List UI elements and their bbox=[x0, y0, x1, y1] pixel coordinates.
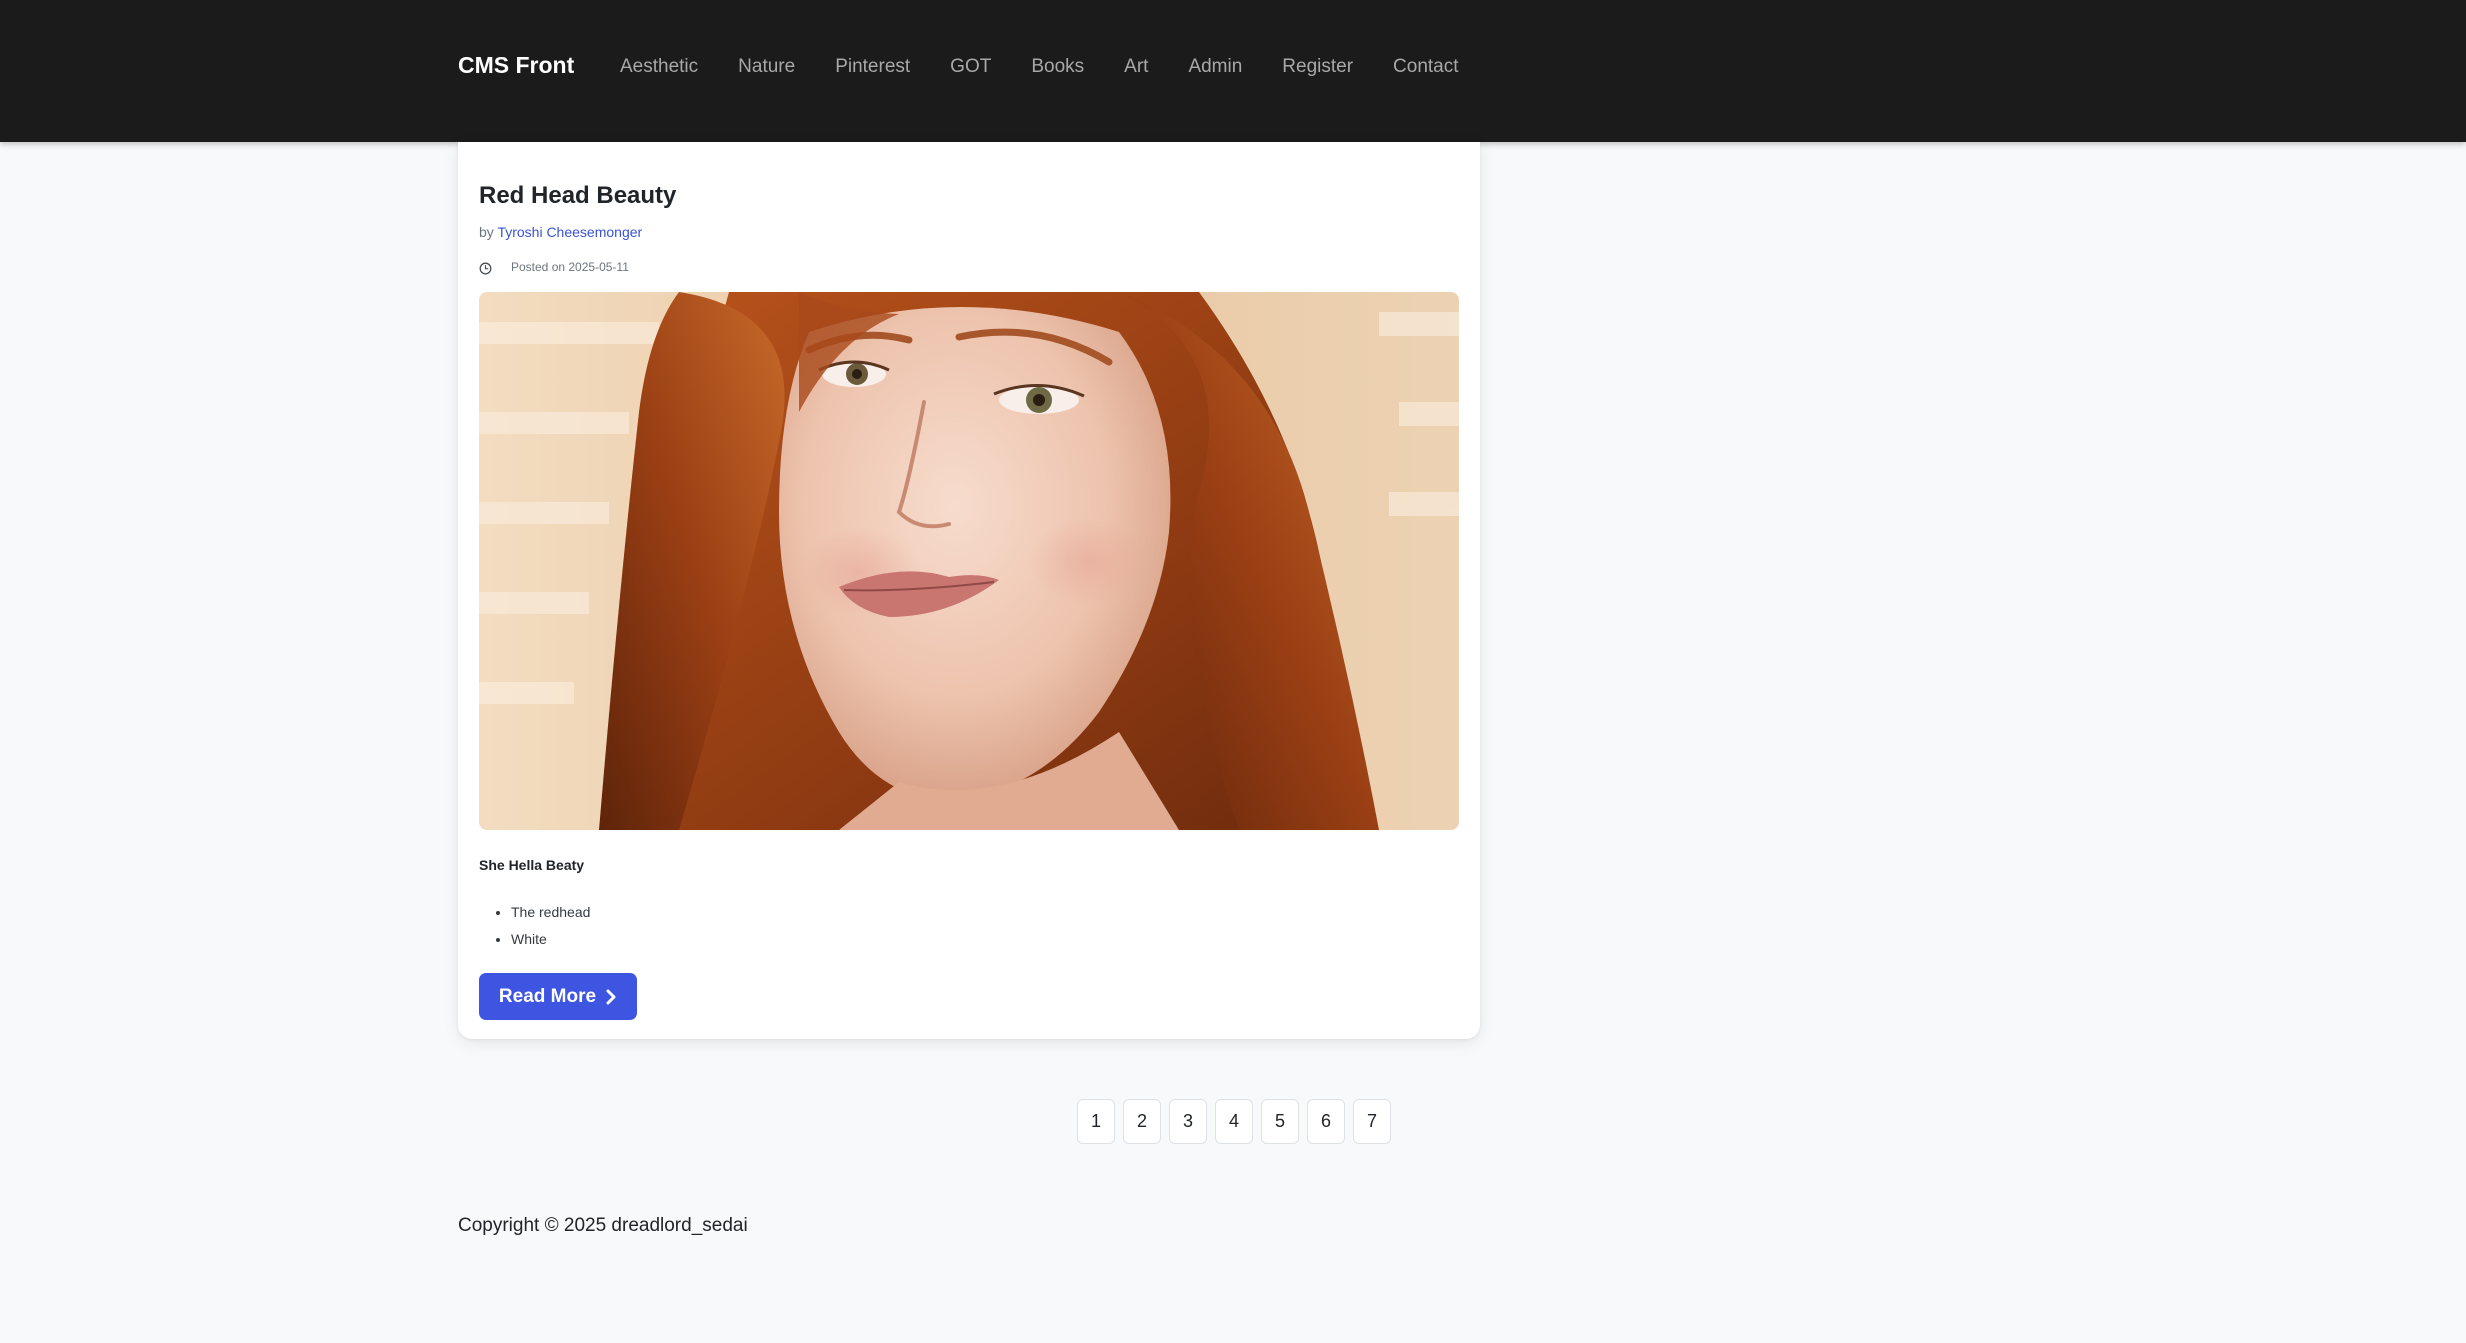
post-date: Posted on 2025-05-11 bbox=[479, 259, 629, 275]
nav-links: Aesthetic Nature Pinterest GOT Books Art… bbox=[620, 56, 1459, 78]
clock-icon bbox=[479, 262, 492, 275]
post-card: Red Head Beauty by Tyroshi Cheesemonger … bbox=[458, 142, 1480, 1039]
excerpt-item: The redhead bbox=[511, 902, 590, 929]
nav-link-got[interactable]: GOT bbox=[950, 56, 991, 77]
nav-link-pinterest[interactable]: Pinterest bbox=[835, 56, 910, 77]
posted-date-text: Posted on 2025-05-11 bbox=[511, 260, 629, 274]
page-5-button[interactable]: 5 bbox=[1261, 1099, 1299, 1144]
top-navbar: CMS Front Aesthetic Nature Pinterest GOT… bbox=[0, 0, 2466, 142]
pagination: 1 2 3 4 5 6 7 bbox=[1077, 1099, 1391, 1144]
nav-link-books[interactable]: Books bbox=[1031, 56, 1084, 77]
page-1-button[interactable]: 1 bbox=[1077, 1099, 1115, 1144]
chevron-right-icon bbox=[605, 989, 617, 1005]
page-6-button[interactable]: 6 bbox=[1307, 1099, 1345, 1144]
footer-copyright: Copyright © 2025 dreadlord_sedai bbox=[458, 1215, 748, 1236]
post-byline: by Tyroshi Cheesemonger bbox=[479, 224, 642, 240]
author-link[interactable]: Tyroshi Cheesemonger bbox=[497, 224, 642, 240]
post-image bbox=[479, 292, 1459, 830]
nav-link-aesthetic[interactable]: Aesthetic bbox=[620, 56, 698, 77]
post-title: Red Head Beauty bbox=[479, 182, 677, 209]
excerpt-item: White bbox=[511, 929, 590, 956]
nav-link-register[interactable]: Register bbox=[1282, 56, 1353, 77]
read-more-button[interactable]: Read More bbox=[479, 973, 637, 1020]
nav-link-admin[interactable]: Admin bbox=[1188, 56, 1242, 77]
excerpt-list: The redhead White bbox=[511, 902, 590, 956]
page-7-button[interactable]: 7 bbox=[1353, 1099, 1391, 1144]
page-3-button[interactable]: 3 bbox=[1169, 1099, 1207, 1144]
page-4-button[interactable]: 4 bbox=[1215, 1099, 1253, 1144]
byline-prefix: by bbox=[479, 224, 494, 240]
page-2-button[interactable]: 2 bbox=[1123, 1099, 1161, 1144]
read-more-label: Read More bbox=[498, 985, 597, 1007]
nav-link-contact[interactable]: Contact bbox=[1393, 56, 1458, 77]
nav-link-art[interactable]: Art bbox=[1124, 56, 1148, 77]
excerpt-heading: She Hella Beaty bbox=[479, 857, 585, 873]
brand-link[interactable]: CMS Front bbox=[458, 52, 574, 79]
nav-link-nature[interactable]: Nature bbox=[738, 56, 795, 77]
